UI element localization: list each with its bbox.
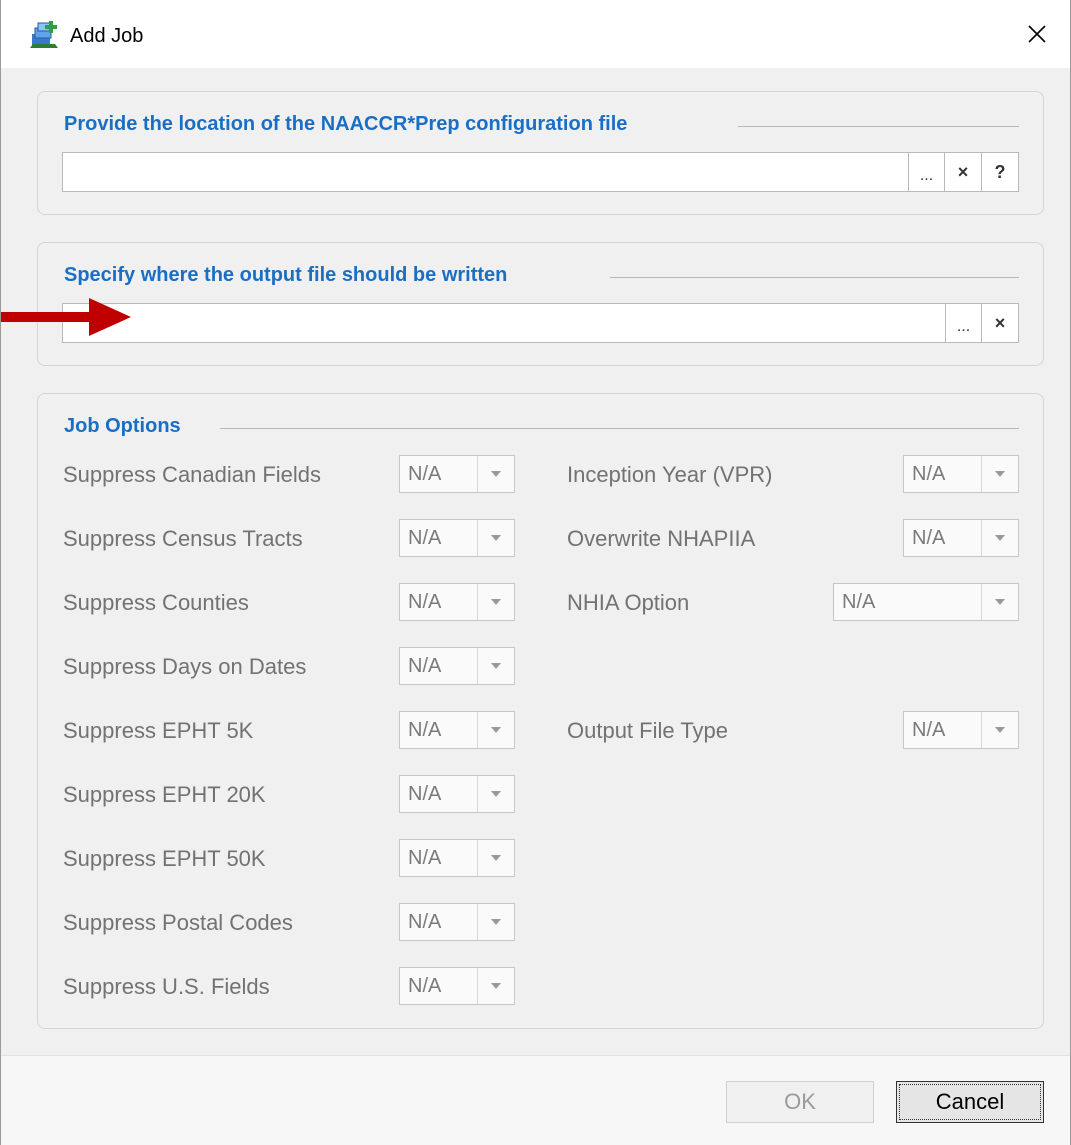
chevron-down-icon [478,904,514,940]
dialog-footer: OK Cancel [1,1055,1070,1145]
option-dropdown[interactable]: N/A [399,455,515,493]
output-browse-button[interactable]: ... [945,303,982,343]
option-label: Overwrite NHAPIIA [567,526,756,551]
config-group-title: Provide the location of the NAACCR*Prep … [64,113,642,136]
chevron-down-icon [982,456,1018,492]
config-browse-button[interactable]: ... [908,152,945,192]
option-label: Suppress Postal Codes [63,910,293,935]
option-dropdown[interactable]: N/A [903,455,1019,493]
dialog-title: Add Job [70,25,144,47]
dropdown-value: N/A [834,584,982,620]
option-label: Output File Type [567,718,729,743]
option-dropdown[interactable]: N/A [399,583,515,621]
output-file-group: Specify where the output file should be … [37,242,1044,366]
option-label: Suppress Census Tracts [63,526,303,551]
job-options-title: Job Options [64,415,195,438]
dropdown-value: N/A [904,456,982,492]
chevron-down-icon [982,584,1018,620]
config-path-input[interactable] [63,153,1018,191]
dropdown-value: N/A [400,968,478,1004]
job-options-group: Job Options Suppress Canadian Fields N/A… [37,393,1044,1029]
option-dropdown[interactable]: N/A [903,519,1019,557]
option-label: Suppress Days on Dates [63,654,307,679]
close-icon [1028,25,1046,43]
dropdown-value: N/A [400,584,478,620]
dropdown-value: N/A [904,520,982,556]
close-button[interactable] [1013,12,1061,56]
chevron-down-icon [478,968,514,1004]
option-dropdown[interactable]: N/A [399,967,515,1005]
option-dropdown[interactable]: N/A [399,839,515,877]
option-dropdown[interactable]: N/A [399,647,515,685]
option-label: Suppress Canadian Fields [63,462,322,487]
option-dropdown[interactable]: N/A [399,775,515,813]
output-group-title: Specify where the output file should be … [64,264,522,287]
option-label: NHIA Option [567,590,690,615]
chevron-down-icon [478,776,514,812]
dropdown-value: N/A [400,840,478,876]
dropdown-value: N/A [400,648,478,684]
annotation-arrow-icon [1,298,131,336]
dropdown-value: N/A [400,456,478,492]
option-label: Suppress EPHT 20K [63,782,266,807]
chevron-down-icon [478,456,514,492]
cancel-button[interactable]: Cancel [896,1081,1044,1123]
output-clear-button[interactable]: × [981,303,1019,343]
option-label: Suppress EPHT 50K [63,846,266,871]
dropdown-value: N/A [400,776,478,812]
config-path-field[interactable]: ... × ? [62,152,1019,192]
option-label: Inception Year (VPR) [567,462,773,487]
option-dropdown[interactable]: N/A [903,711,1019,749]
option-dropdown[interactable]: N/A [833,583,1019,621]
option-label: Suppress U.S. Fields [63,974,270,999]
option-label: Suppress EPHT 5K [63,718,254,743]
chevron-down-icon [478,520,514,556]
option-dropdown[interactable]: N/A [399,903,515,941]
chevron-down-icon [478,712,514,748]
option-dropdown[interactable]: N/A [399,519,515,557]
config-file-group: Provide the location of the NAACCR*Prep … [37,91,1044,215]
option-dropdown[interactable]: N/A [399,711,515,749]
dropdown-value: N/A [400,520,478,556]
output-path-field[interactable]: ... × [62,303,1019,343]
add-job-app-icon [30,21,58,48]
title-bar[interactable]: Add Job [1,0,1070,68]
dropdown-value: N/A [400,904,478,940]
output-path-input[interactable] [63,304,1018,342]
chevron-down-icon [478,584,514,620]
dialog-content: Provide the location of the NAACCR*Prep … [1,68,1070,1055]
dropdown-value: N/A [400,712,478,748]
ok-button[interactable]: OK [726,1081,874,1123]
chevron-down-icon [478,840,514,876]
chevron-down-icon [478,648,514,684]
group-divider [610,277,1019,278]
group-divider [220,428,1019,429]
dropdown-value: N/A [904,712,982,748]
option-label: Suppress Counties [63,590,249,615]
add-job-dialog: Add Job Provide the location of the NAAC… [0,0,1071,1145]
config-clear-button[interactable]: × [944,152,982,192]
group-divider [738,126,1019,127]
config-help-button[interactable]: ? [981,152,1019,192]
chevron-down-icon [982,712,1018,748]
chevron-down-icon [982,520,1018,556]
